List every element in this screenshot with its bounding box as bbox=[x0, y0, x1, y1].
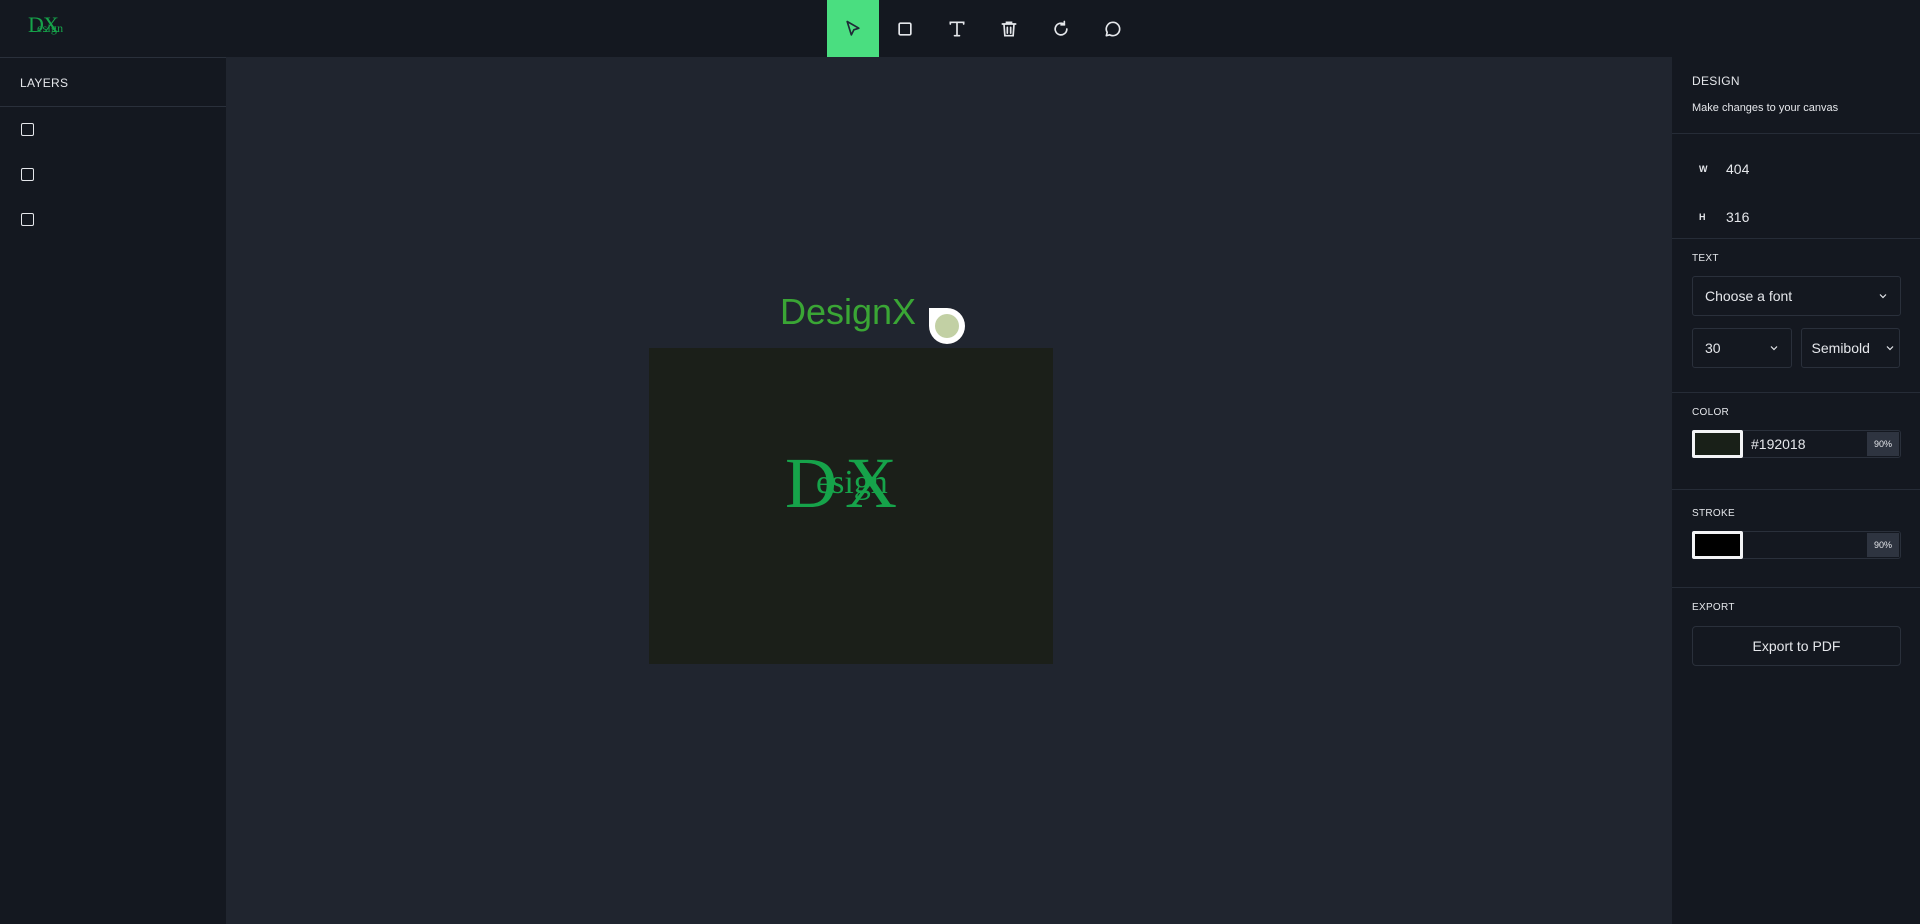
fill-color-hex[interactable]: #192018 bbox=[1743, 436, 1867, 452]
chevron-down-icon bbox=[1886, 346, 1894, 351]
square-icon bbox=[21, 168, 34, 181]
stroke-section: STROKE 90% bbox=[1672, 490, 1920, 588]
width-row: W 404 bbox=[1692, 154, 1920, 183]
design-title: DESIGN bbox=[1692, 74, 1740, 88]
chat-bubble-icon bbox=[1105, 20, 1121, 37]
width-label: W bbox=[1699, 163, 1708, 174]
canvas-rectangle-object[interactable]: D X esign bbox=[649, 348, 1053, 664]
export-section: EXPORT Export to PDF bbox=[1672, 588, 1920, 666]
font-family-select[interactable]: Choose a font bbox=[1692, 276, 1901, 316]
cursor-avatar bbox=[935, 314, 959, 338]
text-tool-button[interactable] bbox=[931, 0, 983, 57]
width-input[interactable]: 404 bbox=[1726, 161, 1749, 177]
text-section-title: TEXT bbox=[1692, 253, 1719, 264]
stroke-opacity-value[interactable]: 90% bbox=[1867, 533, 1899, 557]
square-icon bbox=[21, 213, 34, 226]
rectangle-tool-button[interactable] bbox=[879, 0, 931, 57]
color-section-title: COLOR bbox=[1692, 407, 1730, 418]
tool-group bbox=[827, 0, 1139, 57]
trash-icon bbox=[1001, 21, 1017, 36]
font-weight-value: Semibold bbox=[1811, 340, 1870, 356]
rotate-icon bbox=[1054, 20, 1068, 36]
design-header: DESIGN Make changes to your canvas bbox=[1672, 57, 1920, 134]
layers-title: LAYERS bbox=[0, 57, 226, 107]
stroke-color-swatch[interactable] bbox=[1692, 531, 1743, 559]
comment-tool-button[interactable] bbox=[1087, 0, 1139, 57]
chevron-down-icon bbox=[1879, 294, 1887, 299]
font-size-select[interactable]: 30 bbox=[1692, 328, 1792, 368]
square-icon bbox=[21, 123, 34, 136]
height-row: H 316 bbox=[1692, 202, 1920, 231]
layers-panel: LAYERS bbox=[0, 57, 227, 924]
height-label: H bbox=[1699, 211, 1706, 222]
dimensions-section: W 404 H 316 bbox=[1672, 134, 1920, 239]
text-icon bbox=[949, 21, 965, 37]
layer-item[interactable] bbox=[0, 197, 226, 242]
canvas-logo-small-text: esign bbox=[816, 464, 888, 501]
font-weight-select[interactable]: Semibold bbox=[1800, 328, 1900, 368]
export-section-title: EXPORT bbox=[1692, 602, 1735, 613]
font-size-value: 30 bbox=[1705, 340, 1721, 356]
export-pdf-button[interactable]: Export to PDF bbox=[1692, 626, 1901, 666]
fill-opacity-value[interactable]: 90% bbox=[1867, 432, 1899, 456]
stroke-color-field: 90% bbox=[1692, 531, 1901, 559]
app-logo[interactable]: D X esign bbox=[28, 12, 72, 38]
stroke-section-title: STROKE bbox=[1692, 508, 1735, 519]
delete-tool-button[interactable] bbox=[983, 0, 1035, 57]
layer-item[interactable] bbox=[0, 107, 226, 152]
fill-color-swatch[interactable] bbox=[1692, 430, 1743, 458]
logo-small-text: esign bbox=[37, 21, 64, 35]
top-toolbar: D X esign bbox=[0, 0, 1920, 57]
layer-item[interactable] bbox=[0, 152, 226, 197]
design-panel: DESIGN Make changes to your canvas W 404… bbox=[1671, 57, 1920, 924]
font-family-value: Choose a font bbox=[1705, 288, 1793, 304]
select-tool-button[interactable] bbox=[827, 0, 879, 57]
color-section: COLOR #192018 90% bbox=[1672, 393, 1920, 490]
canvas-text-object[interactable]: DesignX bbox=[780, 291, 916, 333]
reset-tool-button[interactable] bbox=[1035, 0, 1087, 57]
collaborator-cursor bbox=[929, 308, 965, 344]
square-icon bbox=[898, 21, 912, 36]
text-section: TEXT Choose a font 30 Semibold bbox=[1672, 239, 1920, 393]
height-input[interactable]: 316 bbox=[1726, 209, 1749, 225]
pointer-icon bbox=[846, 20, 860, 36]
canvas-logo-image[interactable]: D X esign bbox=[785, 447, 935, 523]
chevron-down-icon bbox=[1770, 346, 1777, 351]
design-subtitle: Make changes to your canvas bbox=[1692, 102, 1839, 114]
fill-color-field: #192018 90% bbox=[1692, 430, 1901, 458]
